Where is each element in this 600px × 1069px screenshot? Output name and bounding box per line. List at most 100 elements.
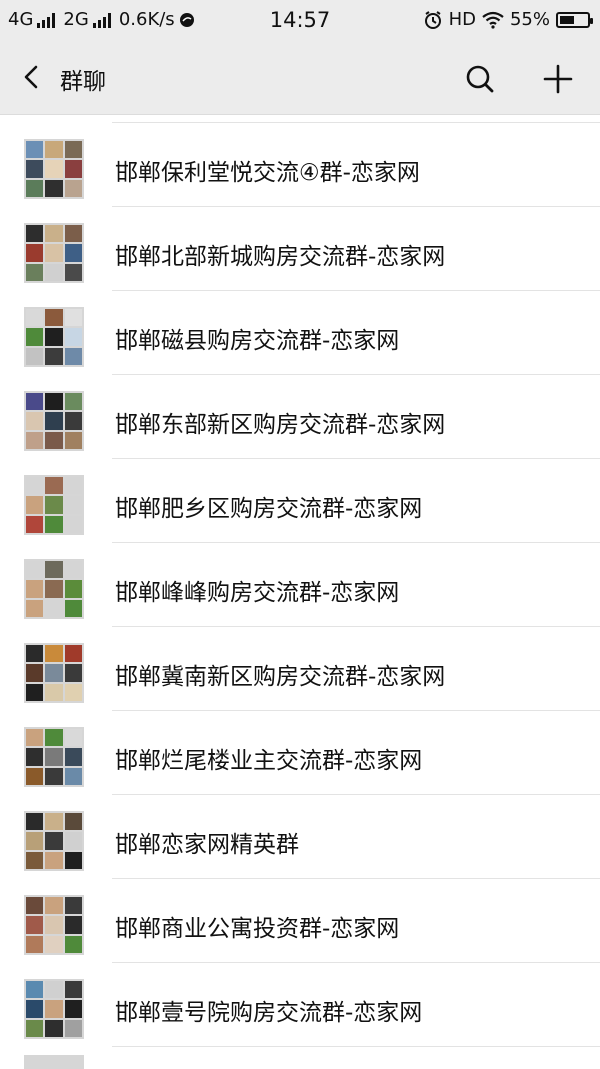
avatar-tile — [26, 1019, 44, 1037]
group-name: 邯郸烂尾楼业主交流群-恋家网 — [115, 748, 423, 774]
avatar-tile — [64, 683, 82, 701]
group-avatar — [24, 391, 84, 451]
avatar-tile — [26, 916, 44, 934]
group-name: 邯郸商业公寓投资群-恋家网 — [115, 916, 400, 942]
group-avatar — [24, 895, 84, 955]
group-name: 邯郸北部新城购房交流群-恋家网 — [115, 244, 446, 270]
group-row[interactable]: 邯郸峰峰购房交流群-恋家网 — [0, 543, 600, 627]
group-name: 邯郸东部新区购房交流群-恋家网 — [115, 412, 446, 438]
hd-indicator: HD — [448, 9, 476, 30]
avatar-tile — [45, 981, 63, 999]
status-bar: 4G 2G 0.6K/s 14:57 HD 55% — [0, 0, 600, 40]
avatar-tile — [64, 561, 82, 579]
avatar-tile — [26, 412, 44, 430]
avatar-tile — [45, 813, 63, 831]
group-list: 邯郸保利堂悦交流④群-恋家网 邯郸北部新城购房交流群-恋家网 邯郸磁县购房交流群-恋… — [0, 115, 600, 1047]
group-avatar — [24, 139, 84, 199]
avatar-tile — [45, 515, 63, 533]
group-name: 邯郸保利堂悦交流④群-恋家网 — [115, 160, 420, 186]
group-name: 邯郸肥乡区购房交流群-恋家网 — [115, 496, 423, 522]
status-right: HD 55% — [423, 9, 593, 30]
avatar-tile — [45, 160, 63, 178]
avatar-tile — [64, 748, 82, 766]
avatar-tile — [26, 729, 44, 747]
group-avatar — [24, 727, 84, 787]
avatar-tile — [26, 244, 44, 262]
avatar-tile — [45, 179, 63, 197]
avatar-tile — [26, 477, 44, 495]
avatar-tile — [26, 263, 44, 281]
battery-fill — [560, 15, 575, 24]
group-row[interactable]: 邯郸壹号院购房交流群-恋家网 — [0, 963, 600, 1047]
wifi-icon — [482, 11, 504, 29]
avatar-tile — [64, 393, 82, 411]
group-row[interactable]: 邯郸烂尾楼业主交流群-恋家网 — [0, 711, 600, 795]
avatar-tile — [26, 935, 44, 953]
avatar-tile — [45, 263, 63, 281]
group-row[interactable]: 邯郸北部新城购房交流群-恋家网 — [0, 207, 600, 291]
avatar-tile — [64, 141, 82, 159]
avatar-tile — [45, 225, 63, 243]
group-name: 邯郸磁县购房交流群-恋家网 — [115, 328, 400, 354]
avatar-tile — [26, 515, 44, 533]
avatar-tile — [45, 897, 63, 915]
avatar-tile — [64, 645, 82, 663]
avatar-tile — [26, 580, 44, 598]
avatar-tile — [26, 599, 44, 617]
avatar-tile — [26, 832, 44, 850]
page-title: 群聊 — [60, 69, 106, 95]
group-avatar — [24, 811, 84, 871]
group-name: 邯郸壹号院购房交流群-恋家网 — [115, 1000, 423, 1026]
avatar-tile — [26, 645, 44, 663]
avatar-tile — [26, 813, 44, 831]
avatar-tile — [64, 580, 82, 598]
avatar-tile — [64, 1000, 82, 1018]
avatar-tile — [45, 851, 63, 869]
group-name: 邯郸恋家网精英群 — [115, 832, 299, 858]
row-divider — [112, 1046, 600, 1047]
avatar-tile — [26, 393, 44, 411]
avatar-tile — [26, 683, 44, 701]
avatar-tile — [26, 496, 44, 514]
search-icon[interactable] — [462, 61, 498, 97]
battery-percent: 55% — [509, 9, 550, 30]
back-arrow-icon[interactable] — [18, 62, 48, 92]
avatar-tile — [45, 477, 63, 495]
avatar-tile — [45, 729, 63, 747]
avatar-tile — [64, 347, 82, 365]
avatar-tile — [45, 347, 63, 365]
avatar-tile — [45, 599, 63, 617]
avatar-tile — [64, 916, 82, 934]
avatar-tile — [45, 645, 63, 663]
avatar-tile — [45, 832, 63, 850]
group-avatar — [24, 979, 84, 1039]
avatar-tile — [64, 729, 82, 747]
avatar-tile — [26, 431, 44, 449]
group-row[interactable]: 邯郸肥乡区购房交流群-恋家网 — [0, 459, 600, 543]
avatar-tile — [64, 496, 82, 514]
group-avatar — [24, 643, 84, 703]
group-row[interactable]: 邯郸冀南新区购房交流群-恋家网 — [0, 627, 600, 711]
avatar-tile — [26, 851, 44, 869]
add-icon[interactable] — [540, 61, 576, 97]
avatar-tile — [26, 141, 44, 159]
group-row[interactable]: 邯郸商业公寓投资群-恋家网 — [0, 879, 600, 963]
group-name: 邯郸冀南新区购房交流群-恋家网 — [115, 664, 446, 690]
group-name: 邯郸峰峰购房交流群-恋家网 — [115, 580, 400, 606]
avatar-tile — [26, 347, 44, 365]
avatar-tile — [45, 496, 63, 514]
avatar-tile — [64, 412, 82, 430]
avatar-tile — [45, 683, 63, 701]
group-row[interactable]: 邯郸东部新区购房交流群-恋家网 — [0, 375, 600, 459]
avatar-tile — [26, 981, 44, 999]
avatar-tile — [64, 244, 82, 262]
avatar-tile — [64, 263, 82, 281]
avatar-tile — [26, 1000, 44, 1018]
battery-icon — [556, 11, 593, 28]
avatar-tile — [45, 664, 63, 682]
group-row[interactable]: 邯郸磁县购房交流群-恋家网 — [0, 291, 600, 375]
group-row[interactable]: 邯郸恋家网精英群 — [0, 795, 600, 879]
avatar-tile — [26, 664, 44, 682]
group-row[interactable]: 邯郸保利堂悦交流④群-恋家网 — [0, 123, 600, 207]
avatar-tile — [45, 141, 63, 159]
